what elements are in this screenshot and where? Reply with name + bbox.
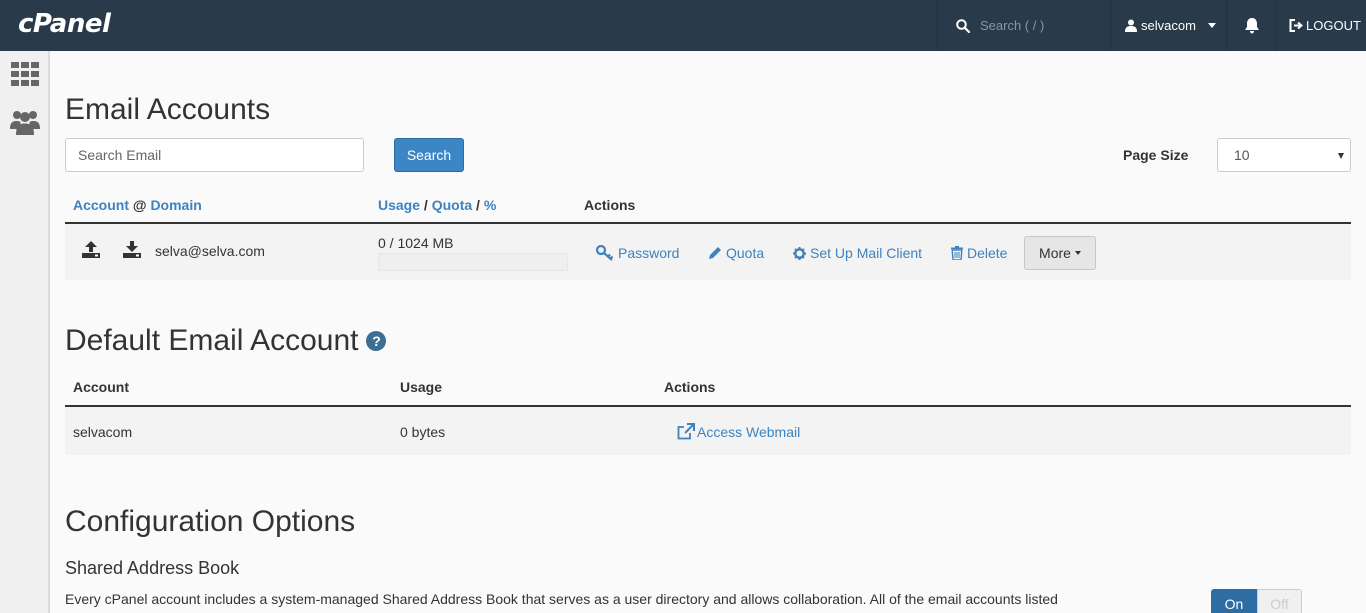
upload-icon — [82, 241, 100, 258]
default-account-name: selvacom — [73, 424, 133, 440]
logout-label: LOGOUT — [1306, 18, 1361, 33]
user-icon — [1125, 19, 1137, 32]
delete-link[interactable]: Delete — [951, 245, 1007, 261]
sort-usage-link[interactable]: Usage — [378, 197, 420, 213]
sort-percent-link[interactable]: % — [484, 197, 496, 213]
header-actions: Actions — [584, 197, 636, 213]
email-search-input[interactable] — [65, 138, 364, 172]
global-search[interactable] — [937, 0, 1111, 51]
pencil-icon — [709, 247, 721, 259]
bell-icon — [1244, 18, 1259, 34]
page-size-value: 10 — [1234, 147, 1250, 163]
toggle-on[interactable]: On — [1211, 589, 1257, 613]
header-usage: Usage — [400, 379, 443, 395]
sort-quota-link[interactable]: Quota — [432, 197, 472, 213]
sort-account-link[interactable]: Account — [73, 197, 129, 213]
top-navbar: cPanel selvacom LOGOUT — [0, 0, 1366, 51]
shared-address-book-title: Shared Address Book — [65, 558, 240, 578]
email-search-button[interactable]: Search — [394, 138, 464, 172]
logout-icon — [1289, 19, 1303, 32]
default-account-title: Default Email Account ? — [65, 324, 387, 358]
usage-text: 0 / 1024 MB — [378, 235, 454, 251]
page-title: Email Accounts — [65, 93, 271, 126]
toggle-off[interactable]: Off — [1257, 589, 1302, 613]
caret-down-icon — [1074, 251, 1081, 255]
global-search-input[interactable] — [980, 18, 1100, 33]
more-button[interactable]: More — [1024, 236, 1096, 270]
shared-address-book-toggle[interactable]: On Off — [1211, 589, 1302, 613]
access-webmail-link[interactable]: Access Webmail — [677, 423, 800, 440]
cpanel-logo[interactable]: cPanel — [18, 9, 111, 39]
external-link-icon — [677, 423, 695, 440]
help-icon[interactable]: ? — [366, 331, 387, 351]
chevron-down-icon — [1207, 23, 1216, 28]
header-default-actions: Actions — [664, 379, 716, 395]
mail-client-link[interactable]: Set Up Mail Client — [793, 245, 922, 261]
sidebar — [0, 51, 50, 613]
password-link[interactable]: Password — [596, 245, 679, 261]
upload-button[interactable] — [81, 241, 101, 264]
gear-icon — [793, 246, 806, 260]
download-button[interactable] — [122, 241, 142, 264]
trash-icon — [951, 246, 963, 260]
users-icon — [10, 111, 40, 135]
usage-progress-bar — [378, 253, 568, 271]
header-account-domain: Account @ Domain — [73, 197, 202, 213]
page-size-select[interactable]: 10 — [1217, 138, 1351, 172]
page-size-label: Page Size — [1123, 147, 1189, 163]
notifications-button[interactable] — [1226, 0, 1276, 51]
header-account: Account — [73, 379, 129, 395]
dropdown-arrow-icon — [1338, 153, 1344, 159]
download-icon — [123, 241, 141, 258]
grid-icon — [11, 62, 39, 86]
logout-button[interactable]: LOGOUT — [1276, 0, 1366, 51]
username-label: selvacom — [1141, 18, 1196, 33]
config-title: Configuration Options — [65, 505, 356, 538]
sidebar-users-button[interactable] — [9, 106, 41, 138]
email-address: selva@selva.com — [155, 243, 265, 259]
quota-link[interactable]: Quota — [708, 245, 764, 261]
header-usage-quota: Usage / Quota / % — [378, 197, 497, 213]
default-account-usage: 0 bytes — [400, 424, 446, 440]
sort-domain-link[interactable]: Domain — [150, 197, 201, 213]
user-menu[interactable]: selvacom — [1110, 0, 1226, 51]
search-icon — [956, 18, 970, 33]
shared-address-book-description: Every cPanel account includes a system-m… — [65, 591, 1058, 607]
sidebar-home-button[interactable] — [9, 58, 41, 90]
key-icon — [596, 245, 614, 261]
